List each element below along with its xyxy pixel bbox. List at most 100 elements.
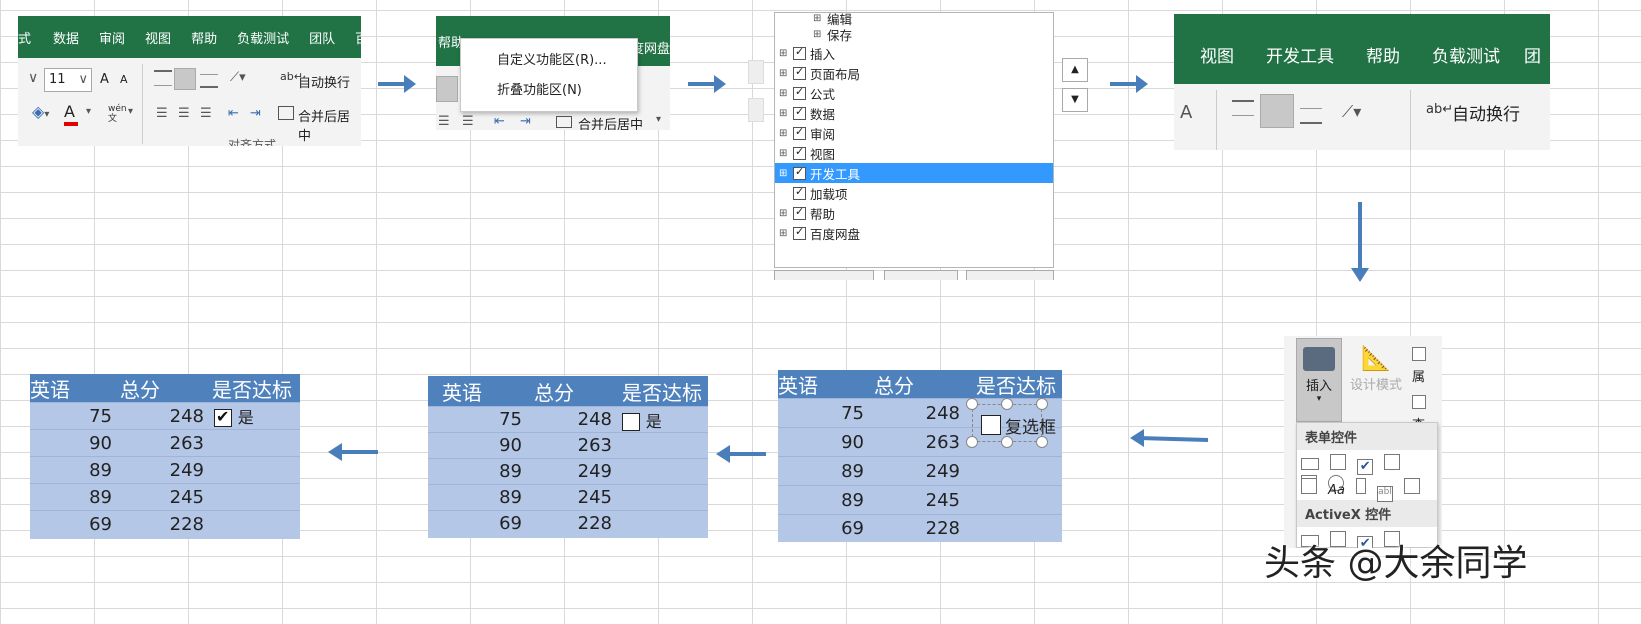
checkbox-icon[interactable] [793, 225, 806, 240]
checkbox-icon[interactable] [793, 65, 806, 80]
tree-item[interactable]: 加载项 [775, 183, 1053, 203]
remove-button-disabled[interactable] [748, 98, 764, 122]
tab-team[interactable]: 团 [1516, 42, 1549, 67]
tab-load-test[interactable]: 负载测试 [227, 28, 299, 47]
combo-list-edit-control-icon[interactable] [1404, 478, 1421, 494]
font-grow-icon[interactable]: A [100, 72, 109, 87]
tab-view[interactable]: 视图 [135, 28, 181, 47]
expand-icon[interactable]: ⊞ [779, 48, 789, 59]
checkbox-icon[interactable] [793, 45, 806, 60]
wrap-text-label[interactable]: 自动换行 [298, 72, 350, 91]
wrap-text-icon[interactable]: ab↵ [1426, 102, 1453, 117]
tab-team[interactable]: 团队 [299, 28, 345, 47]
expand-icon[interactable]: ⊞ [813, 13, 823, 24]
expand-icon[interactable]: ⊞ [813, 29, 823, 40]
pass-checkbox[interactable]: 是 [214, 404, 254, 428]
design-mode-button[interactable]: 📐 设计模式 [1346, 338, 1406, 408]
tree-item[interactable]: ⊞ 插入 [775, 43, 1053, 63]
tree-item[interactable]: ⊞ 审阅 [775, 123, 1053, 143]
group-box-control-icon[interactable] [1301, 478, 1317, 494]
tab-data[interactable]: 数据 [43, 28, 89, 47]
tree-item-save[interactable]: 保存 [827, 25, 852, 44]
orientation-icon[interactable]: ⟋▾ [230, 70, 246, 85]
fill-color-icon[interactable]: ◈▾ [32, 102, 49, 121]
move-up-button[interactable]: ▲ [1062, 58, 1088, 82]
checkbox-icon[interactable] [793, 185, 806, 200]
font-size-box[interactable]: 11 ∨ [44, 68, 92, 92]
tab-baidu[interactable]: 百度网 [345, 28, 361, 47]
tab-1[interactable]: 式 [18, 28, 43, 47]
menu-item-collapse-ribbon[interactable]: 折叠功能区(N) [461, 73, 637, 103]
tree-item[interactable]: ⊞ 百度网盘 [775, 223, 1053, 243]
checkbox-icon[interactable] [793, 165, 806, 180]
text-field-control-icon[interactable]: abl [1377, 486, 1394, 502]
checkbox-icon[interactable] [793, 125, 806, 140]
checkbox-icon[interactable] [793, 145, 806, 160]
tree-item[interactable]: ⊞ 公式 [775, 83, 1053, 103]
ribbon-tree-list[interactable]: ⊞ 编辑 ⊞ 保存 ⊞插入⊞页面布局⊞公式⊞数据⊞审阅⊞视图⊞开发工具加载项⊞帮… [774, 12, 1054, 268]
align-top-icon[interactable] [154, 70, 172, 86]
tab-help[interactable]: 帮助 [181, 28, 227, 47]
spin-button-control-icon[interactable] [1384, 454, 1401, 470]
tab-review[interactable]: 审阅 [89, 28, 135, 47]
resize-handle[interactable] [966, 398, 978, 410]
align-bottom-icon[interactable] [1300, 108, 1322, 124]
resize-handle[interactable] [966, 436, 978, 448]
tree-item[interactable]: ⊞ 开发工具 [775, 163, 1053, 183]
align-center-icon[interactable]: ☰ [178, 106, 190, 121]
wrap-text-label[interactable]: 自动换行 [1452, 100, 1520, 125]
decrease-indent-icon[interactable]: ⇤ [228, 106, 239, 121]
expand-icon[interactable]: ⊞ [779, 208, 789, 219]
expand-icon[interactable]: ⊞ [779, 228, 789, 239]
insert-button[interactable]: 插入 ▾ [1296, 338, 1342, 422]
expand-icon[interactable]: ⊞ [779, 128, 789, 139]
decrease-indent-icon[interactable]: ⇤ [494, 114, 505, 129]
tree-item[interactable]: ⊞ 视图 [775, 143, 1053, 163]
tree-item[interactable]: ⊞ 数据 [775, 103, 1053, 123]
align-left-icon[interactable]: ☰ [438, 114, 450, 129]
align-middle-icon[interactable] [436, 76, 458, 102]
tab-developer[interactable]: 开发工具 [1250, 42, 1350, 67]
resize-handle[interactable] [1001, 436, 1013, 448]
merge-icon[interactable] [278, 106, 294, 120]
increase-indent-icon[interactable]: ⇥ [250, 106, 261, 121]
chevron-down-icon[interactable]: ▾ [656, 114, 661, 125]
checkbox-icon[interactable] [793, 105, 806, 120]
tree-item[interactable]: ⊞ 帮助 [775, 203, 1053, 223]
tree-item[interactable]: ⊞ 页面布局 [775, 63, 1053, 83]
expand-icon[interactable]: ⊞ [779, 68, 789, 79]
align-bottom-icon[interactable] [200, 74, 218, 88]
tab-view[interactable]: 视图 [1174, 42, 1250, 67]
font-color-icon[interactable]: A [64, 102, 78, 126]
pass-checkbox[interactable]: 是 [622, 408, 662, 432]
align-right-icon[interactable]: ☰ [200, 106, 212, 121]
align-middle-icon[interactable] [1260, 94, 1294, 128]
dialog-button-rename[interactable] [966, 270, 1054, 280]
font-shrink-icon[interactable]: A [120, 73, 128, 86]
dialog-button-new-group[interactable] [884, 270, 958, 280]
checkbox-icon[interactable] [793, 205, 806, 220]
merge-center-label[interactable]: 合并后居中 [578, 114, 643, 130]
align-left-icon[interactable]: ☰ [156, 106, 168, 121]
checkbox-control-icon[interactable]: ✔ [1357, 459, 1374, 475]
orientation-icon[interactable]: ⟋▾ [1342, 102, 1361, 122]
align-middle-icon[interactable] [174, 68, 196, 90]
expand-icon[interactable]: ⊞ [779, 148, 789, 159]
label-control-icon[interactable]: Aa [1328, 483, 1345, 498]
dialog-button-new-tab[interactable] [774, 270, 874, 280]
merge-center-label[interactable]: 合并后居中 [298, 106, 361, 144]
tab-help[interactable]: 帮助 [1350, 42, 1416, 67]
expand-icon[interactable]: ⊞ [779, 108, 789, 119]
menu-item-customize-ribbon[interactable]: 自定义功能区(R)... [461, 43, 637, 73]
add-button-disabled[interactable] [748, 60, 764, 84]
scroll-bar-control-icon[interactable] [1356, 478, 1367, 494]
align-top-icon[interactable] [1232, 100, 1254, 116]
chevron-down-icon[interactable]: ∨ [28, 70, 38, 86]
resize-handle[interactable] [1036, 398, 1048, 410]
expand-icon[interactable]: ⊞ [779, 88, 789, 99]
expand-icon[interactable]: ⊞ [779, 168, 789, 179]
move-down-button[interactable]: ▼ [1062, 88, 1088, 112]
chevron-down-icon[interactable]: ▾ [128, 106, 133, 117]
merge-icon[interactable] [556, 116, 572, 128]
properties-item[interactable]: 属 [1412, 342, 1442, 390]
